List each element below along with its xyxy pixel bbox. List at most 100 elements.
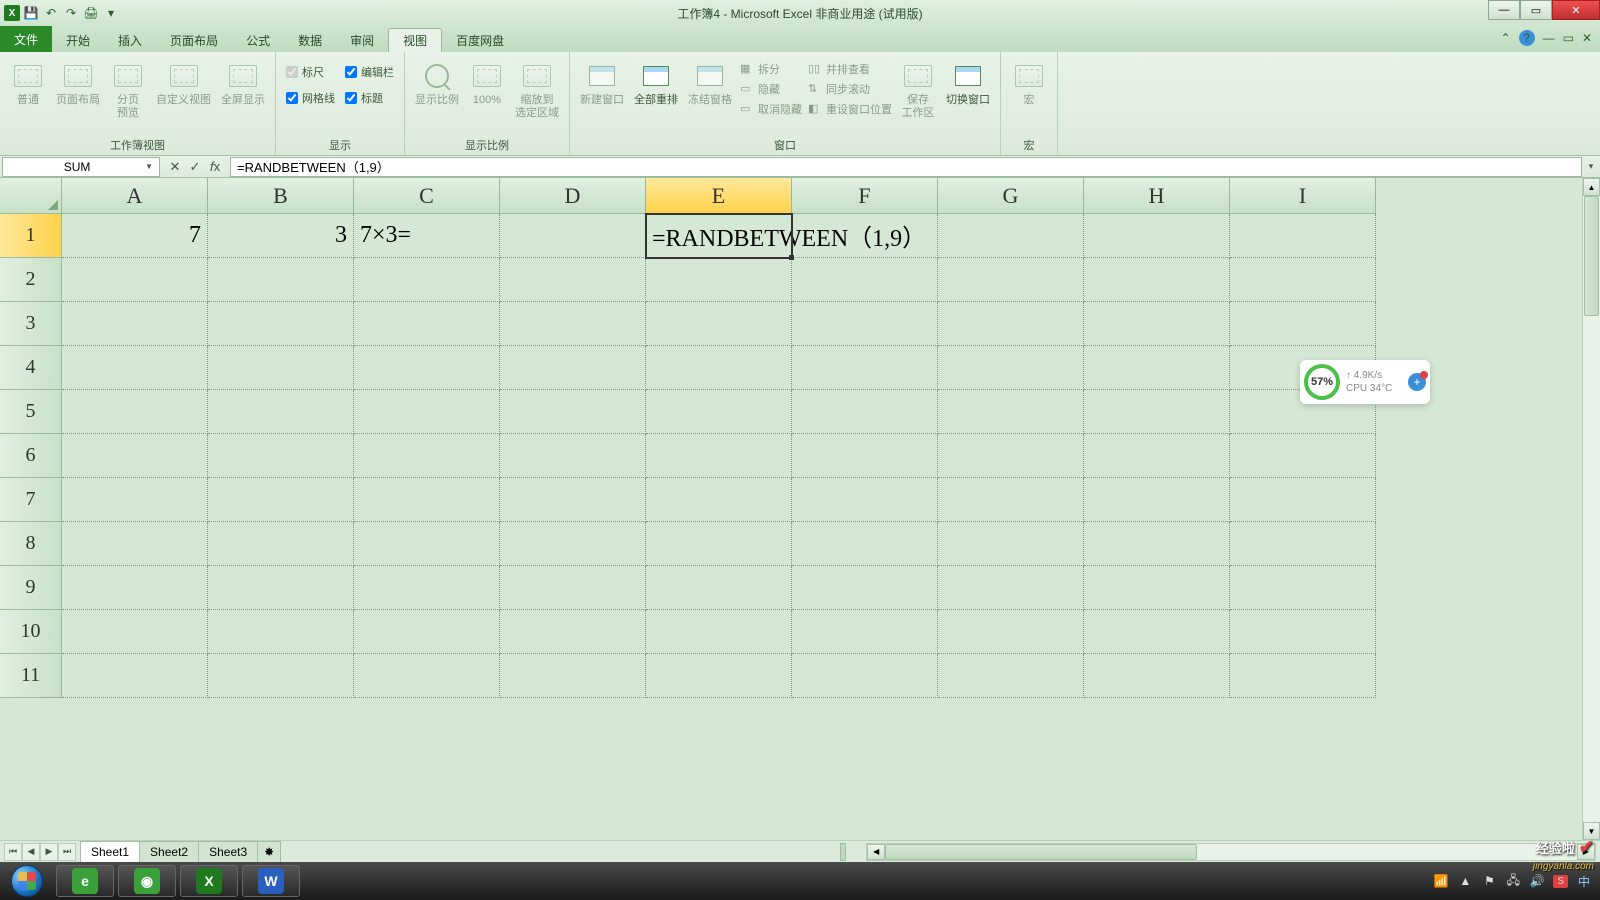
- sync-scroll-button[interactable]: ⇅同步滚动: [806, 80, 894, 98]
- page-break-button[interactable]: 分页 预览: [106, 58, 150, 122]
- cell-E8[interactable]: [646, 522, 792, 566]
- normal-view-button[interactable]: 普通: [6, 58, 50, 109]
- cell-B9[interactable]: [208, 566, 354, 610]
- row-header-9[interactable]: 9: [0, 566, 62, 610]
- cell-D9[interactable]: [500, 566, 646, 610]
- cell-I11[interactable]: [1230, 654, 1376, 698]
- cancel-formula-icon[interactable]: ✕: [166, 158, 184, 176]
- cell-E7[interactable]: [646, 478, 792, 522]
- row-header-7[interactable]: 7: [0, 478, 62, 522]
- column-header-A[interactable]: A: [62, 178, 208, 214]
- row-header-5[interactable]: 5: [0, 390, 62, 434]
- row-header-2[interactable]: 2: [0, 258, 62, 302]
- cell-H11[interactable]: [1084, 654, 1230, 698]
- new-sheet-icon[interactable]: ✸: [257, 841, 281, 862]
- cell-H2[interactable]: [1084, 258, 1230, 302]
- column-header-C[interactable]: C: [354, 178, 500, 214]
- cell-D5[interactable]: [500, 390, 646, 434]
- redo-icon[interactable]: ↷: [62, 4, 80, 22]
- cell-G9[interactable]: [938, 566, 1084, 610]
- qat-customize-icon[interactable]: ▾: [102, 4, 120, 22]
- column-header-B[interactable]: B: [208, 178, 354, 214]
- cell-I6[interactable]: [1230, 434, 1376, 478]
- arrange-all-button[interactable]: 全部重排: [630, 58, 682, 109]
- cell-C10[interactable]: [354, 610, 500, 654]
- cell-B2[interactable]: [208, 258, 354, 302]
- cell-C5[interactable]: [354, 390, 500, 434]
- cell-F6[interactable]: [792, 434, 938, 478]
- unhide-button[interactable]: ▭取消隐藏: [738, 100, 804, 118]
- zoom-selection-button[interactable]: 缩放到 选定区域: [511, 58, 563, 122]
- cell-H6[interactable]: [1084, 434, 1230, 478]
- cell-H9[interactable]: [1084, 566, 1230, 610]
- tab-view[interactable]: 视图: [388, 28, 442, 52]
- cell-D11[interactable]: [500, 654, 646, 698]
- cell-B1[interactable]: 3: [208, 214, 354, 258]
- cell-B7[interactable]: [208, 478, 354, 522]
- formula-input[interactable]: =RANDBETWEEN（1,9）: [230, 157, 1582, 177]
- cell-F10[interactable]: [792, 610, 938, 654]
- tray-up-icon[interactable]: ▲: [1457, 873, 1473, 889]
- cell-C2[interactable]: [354, 258, 500, 302]
- lang-text[interactable]: 中: [1576, 873, 1592, 889]
- sheet-first-icon[interactable]: ⏮: [4, 843, 22, 861]
- row-header-4[interactable]: 4: [0, 346, 62, 390]
- tab-insert[interactable]: 插入: [104, 28, 156, 52]
- macros-button[interactable]: 宏: [1007, 58, 1051, 109]
- help-icon[interactable]: ?: [1519, 30, 1535, 46]
- cell-E10[interactable]: [646, 610, 792, 654]
- tab-home[interactable]: 开始: [52, 28, 104, 52]
- tab-baidu[interactable]: 百度网盘: [442, 28, 518, 52]
- cell-E5[interactable]: [646, 390, 792, 434]
- print-icon[interactable]: 🖨: [82, 4, 100, 22]
- task-excel[interactable]: X: [180, 865, 238, 897]
- cell-B11[interactable]: [208, 654, 354, 698]
- cell-D4[interactable]: [500, 346, 646, 390]
- cell-A3[interactable]: [62, 302, 208, 346]
- cell-C11[interactable]: [354, 654, 500, 698]
- tab-page-layout[interactable]: 页面布局: [156, 28, 232, 52]
- cell-C6[interactable]: [354, 434, 500, 478]
- cell-A4[interactable]: [62, 346, 208, 390]
- cell-F9[interactable]: [792, 566, 938, 610]
- cell-A10[interactable]: [62, 610, 208, 654]
- cell-B10[interactable]: [208, 610, 354, 654]
- network-icon[interactable]: 🖧: [1505, 873, 1521, 889]
- cell-A8[interactable]: [62, 522, 208, 566]
- cell-C1[interactable]: 7×3=: [354, 214, 500, 258]
- cell-D6[interactable]: [500, 434, 646, 478]
- column-header-F[interactable]: F: [792, 178, 938, 214]
- zoom-button[interactable]: 显示比例: [411, 58, 463, 109]
- new-window-button[interactable]: 新建窗口: [576, 58, 628, 109]
- cell-H10[interactable]: [1084, 610, 1230, 654]
- cell-C9[interactable]: [354, 566, 500, 610]
- close-button[interactable]: ✕: [1552, 0, 1600, 20]
- cell-D1[interactable]: [500, 214, 646, 258]
- row-header-1[interactable]: 1: [0, 214, 62, 258]
- name-box-dropdown-icon[interactable]: ▼: [145, 162, 153, 171]
- cell-I1[interactable]: [1230, 214, 1376, 258]
- zoom-100-button[interactable]: 100%: [465, 58, 509, 109]
- column-header-D[interactable]: D: [500, 178, 646, 214]
- cell-D3[interactable]: [500, 302, 646, 346]
- cell-E6[interactable]: [646, 434, 792, 478]
- cells-area[interactable]: 737×3==RANDBETWEEN（1,9）: [62, 214, 1582, 840]
- cell-G5[interactable]: [938, 390, 1084, 434]
- ime-icon[interactable]: S: [1553, 875, 1568, 888]
- cell-E1[interactable]: =RANDBETWEEN（1,9）: [646, 214, 792, 258]
- cell-I10[interactable]: [1230, 610, 1376, 654]
- sheet-tab-3[interactable]: Sheet3: [198, 841, 258, 862]
- formulabar-checkbox[interactable]: 编辑栏: [345, 64, 394, 80]
- cell-H3[interactable]: [1084, 302, 1230, 346]
- wifi-icon[interactable]: 📶: [1433, 873, 1449, 889]
- cell-B4[interactable]: [208, 346, 354, 390]
- cell-C4[interactable]: [354, 346, 500, 390]
- cell-D8[interactable]: [500, 522, 646, 566]
- cell-H4[interactable]: [1084, 346, 1230, 390]
- cell-B8[interactable]: [208, 522, 354, 566]
- cell-B6[interactable]: [208, 434, 354, 478]
- cell-H7[interactable]: [1084, 478, 1230, 522]
- cell-I7[interactable]: [1230, 478, 1376, 522]
- cell-H1[interactable]: [1084, 214, 1230, 258]
- cell-B3[interactable]: [208, 302, 354, 346]
